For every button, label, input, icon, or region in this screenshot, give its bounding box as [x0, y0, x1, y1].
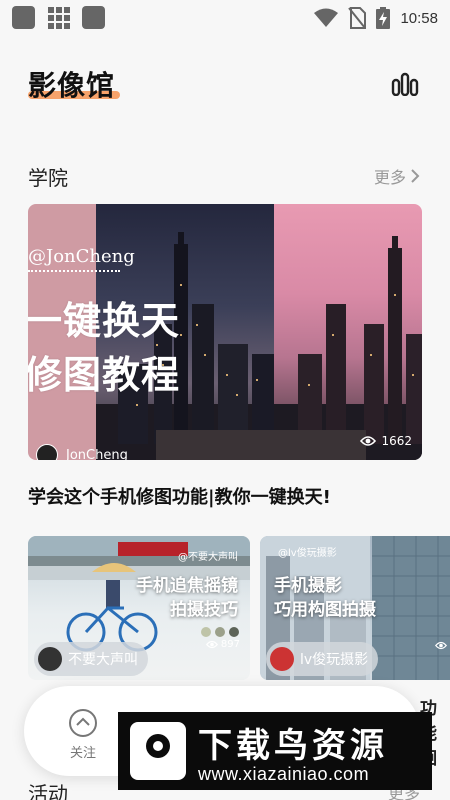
hero-view-count: 1662 [360, 434, 412, 448]
avatar [36, 444, 58, 460]
academy-more-link[interactable]: 更多 [374, 164, 420, 188]
card-title-line2: 拍摄技巧 [170, 600, 238, 620]
card-title: 手机摄影 巧用构图拍摄 [274, 574, 376, 622]
card-author[interactable]: 不要大声叫 [34, 642, 148, 676]
card-tag: @lv俊玩摄影 [278, 548, 337, 559]
card-author-name: lv俊玩摄影 [300, 652, 369, 668]
battery-charging-icon [376, 7, 391, 29]
watermark: 下载鸟资源 www.xiazainiao.com [118, 712, 432, 790]
hero-views: 1662 [381, 434, 412, 448]
chevron-right-icon [411, 169, 420, 183]
hero-overlay-line2: 修图教程 [28, 353, 181, 397]
page-title: 影像馆 [28, 69, 116, 102]
grid-icon [48, 7, 70, 29]
card-view-count: 897 [205, 639, 240, 650]
hero-overlay-line1: 一键换天 [28, 299, 181, 343]
wifi-icon [314, 8, 339, 27]
app-icon [12, 6, 35, 29]
follow-icon [69, 709, 97, 737]
more-label: 更多 [373, 168, 406, 187]
card-view-count [435, 641, 450, 650]
eye-icon [205, 640, 218, 649]
tutorial-card[interactable]: @不要大声叫 手机追焦摇镜 拍摄技巧 897 不要大声叫 [28, 536, 250, 680]
card-author[interactable]: lv俊玩摄影 [266, 642, 379, 676]
avatar [270, 647, 294, 671]
tutorial-card[interactable]: @lv俊玩摄影 手机摄影 巧用构图拍摄 lv俊玩摄影 [260, 536, 450, 680]
card-title-line1: 手机追焦摇镜 [136, 576, 238, 596]
nav-item-label: 关注 [69, 746, 96, 761]
stats-icon[interactable] [391, 72, 419, 96]
nav-item-follow[interactable]: 关注 [68, 708, 98, 761]
section-title-activity: 活动 [28, 782, 68, 800]
hero-author-name: JonCheng [66, 447, 128, 461]
hero-author[interactable]: JonCheng [36, 444, 128, 460]
card-views: 897 [220, 639, 240, 650]
eye-icon [435, 641, 447, 650]
no-sim-icon [348, 7, 367, 29]
card-title-line2: 巧用构图拍摄 [274, 600, 376, 620]
eye-icon [360, 436, 377, 446]
card-title: 手机追焦摇镜 拍摄技巧 [136, 574, 238, 622]
status-bar: 10:58 [0, 0, 450, 36]
hero-handle-underline [28, 270, 120, 272]
app-icon [82, 6, 105, 29]
featured-tutorial-card[interactable]: @JonCheng 一键换天 修图教程 1662 JonCheng [28, 204, 422, 460]
hero-handle: @JonCheng [28, 246, 135, 267]
watermark-title: 下载鸟资源 [198, 726, 388, 766]
avatar [38, 647, 62, 671]
card-title-line1: 手机摄影 [274, 576, 342, 596]
card-author-name: 不要大声叫 [68, 652, 138, 668]
watermark-logo-icon [130, 722, 186, 780]
watermark-url: www.xiazainiao.com [198, 764, 370, 784]
card-tag: @不要大声叫 [178, 552, 238, 563]
section-title-academy: 学院 [28, 166, 68, 190]
clock: 10:58 [400, 9, 438, 27]
featured-caption[interactable]: 学会这个手机修图功能|教你一键换天! [28, 483, 331, 509]
page: 10:58 影像馆 学院 更多 @JonCheng 一键换天 修图教程 1662… [0, 0, 450, 800]
page-title-wrap: 影像馆 [28, 64, 120, 104]
